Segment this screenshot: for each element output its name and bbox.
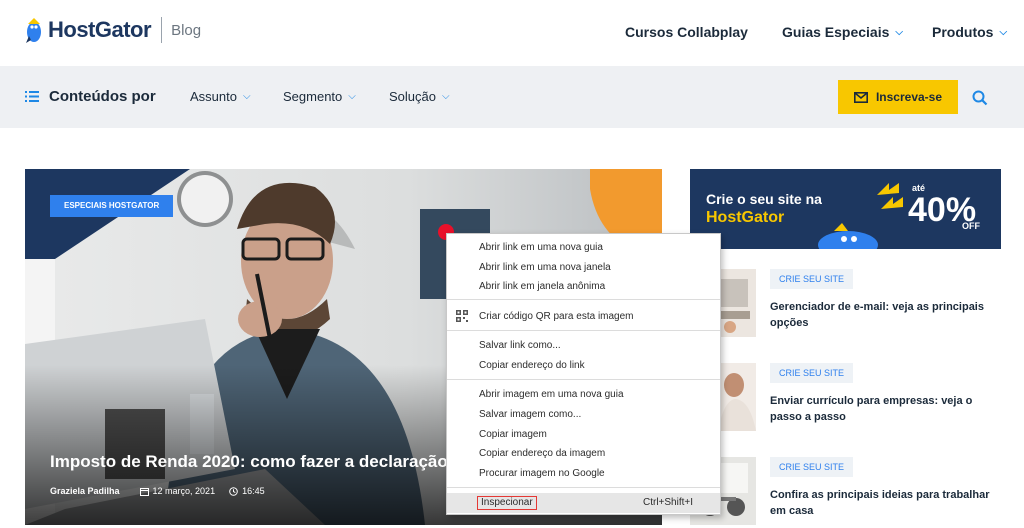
nav-label: Cursos Collabplay (625, 24, 748, 40)
context-menu: Abrir link em uma nova guia Abrir link e… (446, 233, 721, 515)
gator-mascot-icon (818, 223, 878, 249)
post-date: 12 março, 2021 (139, 486, 216, 496)
nav-guias-especiais[interactable]: Guias Especiais ⌵ (782, 24, 903, 40)
qr-code-icon (456, 310, 468, 322)
nav-label: Produtos (932, 24, 994, 40)
post-category-tag[interactable]: CRIE SEU SITE (770, 457, 854, 477)
post-date-text: 12 março, 2021 (152, 486, 216, 496)
subnav-label: Solução (389, 89, 436, 104)
nav-cursos-collabplay[interactable]: Cursos Collabplay (625, 24, 748, 40)
mail-icon (853, 91, 868, 103)
post-time: 16:45 (229, 486, 265, 496)
menu-save-image-as[interactable]: Salvar imagem como... (479, 409, 581, 420)
sidebar-post[interactable]: CRIE SEU SITE Confira as principais idei… (690, 457, 1010, 527)
menu-save-link-as[interactable]: Salvar link como... (479, 340, 561, 351)
subnav-label: Segmento (283, 89, 343, 104)
post-category-tag[interactable]: CRIE SEU SITE (770, 269, 854, 289)
subnav-segmento[interactable]: Segmento ⌵ (283, 89, 356, 104)
search-icon[interactable] (972, 90, 988, 106)
nav-produtos[interactable]: Produtos ⌵ (932, 24, 1007, 40)
menu-divider (447, 330, 720, 331)
chevron-down-icon: ⌵ (348, 91, 356, 102)
featured-post-title[interactable]: Imposto de Renda 2020: como fazer a decl… (50, 452, 450, 472)
post-title[interactable]: Confira as principais ideias para trabal… (770, 487, 1000, 519)
chevron-down-icon: ⌵ (999, 26, 1008, 38)
logo-suffix: Blog (171, 21, 202, 39)
featured-post-meta: Graziela Padilha 12 março, 2021 16:45 (50, 486, 279, 496)
post-time-text: 16:45 (242, 486, 265, 496)
menu-copy-image[interactable]: Copiar imagem (479, 429, 547, 440)
menu-open-image-new-tab[interactable]: Abrir imagem em uma nova guia (479, 389, 624, 400)
banner-off: OFF (962, 221, 980, 231)
clock-icon (229, 486, 238, 496)
sidebar-post[interactable]: CRIE SEU SITE Gerenciador de e-mail: vej… (690, 269, 1010, 339)
subnav-solucao[interactable]: Solução ⌵ (389, 89, 450, 104)
logo-text: HostGator (48, 17, 152, 42)
post-title[interactable]: Gerenciador de e-mail: veja as principai… (770, 299, 1000, 331)
menu-inspect[interactable]: Inspecionar (477, 496, 537, 510)
gator-logo-icon (26, 18, 41, 43)
content-by-menu[interactable]: Conteúdos por (25, 88, 156, 105)
content-by-label: Conteúdos por (49, 88, 156, 105)
subnav-assunto[interactable]: Assunto ⌵ (190, 89, 251, 104)
promo-banner[interactable]: Crie o seu site na HostGator até 40% OFF (690, 169, 1001, 249)
subscribe-label: Inscreva-se (875, 90, 943, 104)
chevron-down-icon: ⌵ (441, 91, 450, 102)
chevron-down-icon: ⌵ (242, 91, 251, 102)
menu-open-link-new-tab[interactable]: Abrir link em uma nova guia (479, 242, 603, 253)
post-author[interactable]: Graziela Padilha (50, 486, 120, 496)
menu-search-image-google[interactable]: Procurar imagem no Google (479, 468, 605, 479)
menu-divider (447, 379, 720, 380)
menu-divider (447, 299, 720, 300)
menu-inspect-shortcut: Ctrl+Shift+I (643, 497, 694, 508)
banner-line1: Crie o seu site na (706, 191, 822, 207)
banner-line2: HostGator (706, 209, 785, 226)
logo[interactable]: HostGator Blog (24, 16, 201, 44)
top-header: HostGator Blog Cursos Collabplay Guias E… (0, 0, 1024, 66)
menu-create-qr-code[interactable]: Criar código QR para esta imagem (479, 311, 634, 322)
subscribe-button[interactable]: Inscreva-se (838, 80, 958, 114)
menu-copy-link-address[interactable]: Copiar endereço do link (479, 360, 585, 371)
subnav-label: Assunto (190, 89, 237, 104)
category-tag[interactable]: ESPECIAIS HOSTGATOR (50, 195, 174, 217)
post-category-tag[interactable]: CRIE SEU SITE (770, 363, 854, 383)
calendar-icon (139, 487, 149, 496)
menu-open-link-incognito[interactable]: Abrir link em janela anônima (479, 281, 605, 292)
post-title[interactable]: Enviar currículo para empresas: veja o p… (770, 393, 1000, 425)
sidebar-post[interactable]: CRIE SEU SITE Enviar currículo para empr… (690, 363, 1010, 433)
list-icon (25, 91, 39, 102)
logo-divider (161, 17, 163, 43)
menu-open-link-new-window[interactable]: Abrir link em uma nova janela (479, 262, 611, 273)
nav-label: Guias Especiais (782, 24, 890, 40)
chevron-down-icon: ⌵ (895, 26, 903, 38)
menu-copy-image-address[interactable]: Copiar endereço da imagem (479, 448, 605, 459)
menu-divider (447, 487, 720, 488)
